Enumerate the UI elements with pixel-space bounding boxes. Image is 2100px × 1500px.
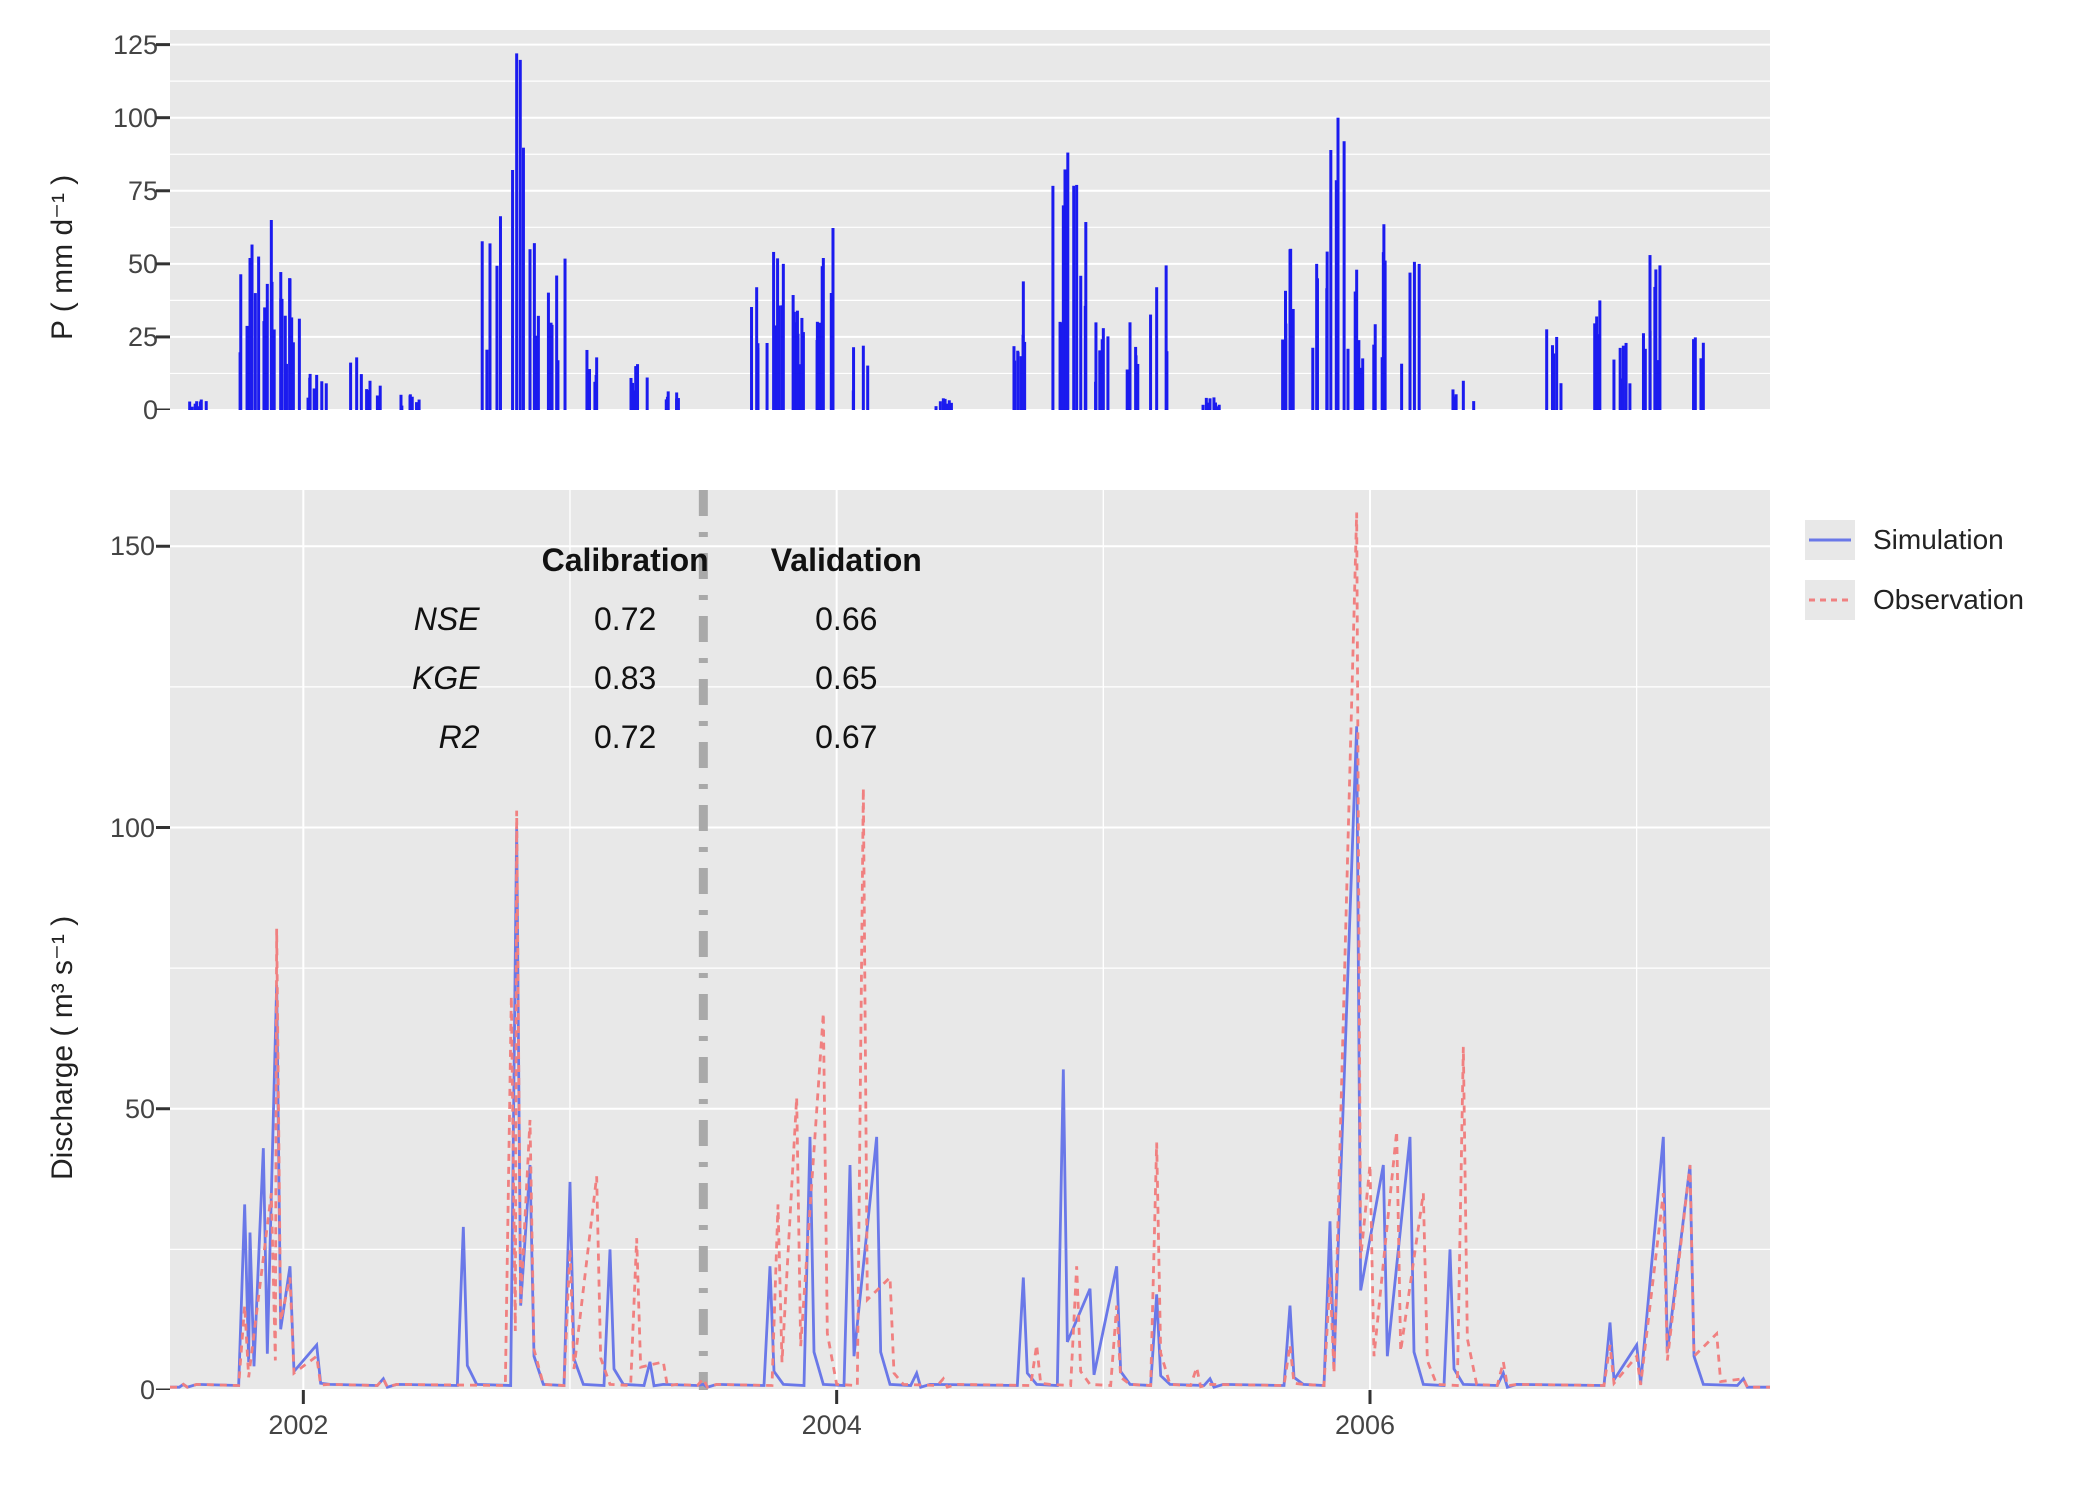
stats-value: 0.72 — [512, 709, 739, 766]
stats-header-val: Validation — [741, 532, 952, 589]
precip-ytick: 0 — [88, 395, 158, 426]
stats-annotation: Calibration Validation NSE 0.72 0.66 KGE… — [380, 530, 954, 768]
precip-ytick: 75 — [88, 176, 158, 207]
legend-swatch-observation — [1805, 580, 1855, 620]
discharge-ytick: 0 — [85, 1375, 155, 1406]
legend-swatch-simulation — [1805, 520, 1855, 560]
stats-metric: KGE — [382, 650, 510, 707]
x-tick: 2004 — [802, 1410, 862, 1441]
stats-header-cal: Calibration — [512, 532, 739, 589]
precipitation-plot — [170, 30, 1770, 410]
precip-ytick: 125 — [88, 30, 158, 61]
stats-metric: NSE — [382, 591, 510, 648]
x-tick: 2006 — [1335, 1410, 1395, 1441]
legend-item-simulation: Simulation — [1790, 510, 2080, 570]
precip-ytick: 50 — [88, 249, 158, 280]
stats-metric: R2 — [382, 709, 510, 766]
x-tick: 2002 — [268, 1410, 328, 1441]
legend-label: Simulation — [1873, 524, 2004, 556]
legend-item-observation: Observation — [1790, 570, 2080, 630]
precip-ytick: 25 — [88, 322, 158, 353]
discharge-ytick: 50 — [85, 1094, 155, 1125]
precip-ylabel: P ( mm d⁻¹ ) — [45, 175, 80, 340]
discharge-ylabel: Discharge ( m³ s⁻¹ ) — [45, 916, 80, 1180]
stats-value: 0.65 — [741, 650, 952, 707]
precip-ytick: 100 — [88, 103, 158, 134]
legend: Simulation Observation — [1790, 500, 2080, 640]
figure: P ( mm d⁻¹ ) 0 25 50 75 100 125 Discharge ( m… — [0, 0, 2100, 1500]
discharge-ytick: 150 — [85, 531, 155, 562]
stats-value: 0.66 — [741, 591, 952, 648]
stats-value: 0.83 — [512, 650, 739, 707]
legend-label: Observation — [1873, 584, 2024, 616]
precipitation-panel — [170, 30, 1770, 410]
stats-value: 0.72 — [512, 591, 739, 648]
discharge-ytick: 100 — [85, 813, 155, 844]
stats-value: 0.67 — [741, 709, 952, 766]
